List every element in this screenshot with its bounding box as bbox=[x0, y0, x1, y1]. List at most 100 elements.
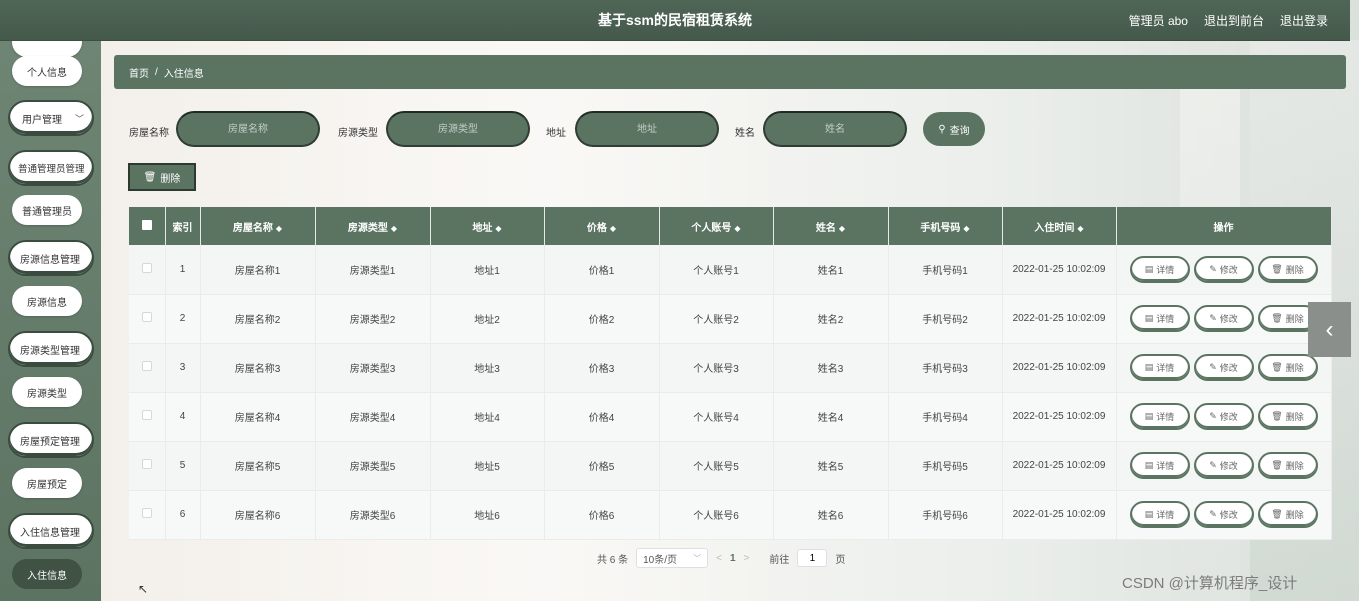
column-header-operations: 操作 bbox=[1116, 207, 1332, 245]
delete-button[interactable]: 🗑 删除 bbox=[1257, 501, 1318, 528]
delete-button[interactable]: 🗑 删除 bbox=[1257, 255, 1318, 283]
query-button[interactable]: ⚲ 查询 bbox=[923, 112, 985, 146]
delete-label: 删除 bbox=[1285, 510, 1304, 520]
batch-delete-button[interactable]: 🗑 删除 bbox=[128, 163, 196, 191]
edit-button[interactable]: ✎ 修改 bbox=[1193, 452, 1254, 479]
sidebar-item-personal-info[interactable]: 个人信息 bbox=[12, 56, 82, 86]
sort-icon: ◆ bbox=[1077, 223, 1084, 233]
cell-index: 4 bbox=[165, 392, 201, 442]
goto-page-input[interactable] bbox=[797, 549, 828, 567]
delete-button[interactable]: 🗑 删除 bbox=[1257, 452, 1318, 479]
edit-button[interactable]: ✎ 修改 bbox=[1193, 255, 1254, 283]
select-all-checkbox[interactable] bbox=[129, 207, 166, 245]
checkbox[interactable] bbox=[141, 410, 152, 420]
detail-button[interactable]: ▤ 详情 bbox=[1129, 452, 1190, 479]
checkbox[interactable] bbox=[141, 262, 152, 273]
sidebar-item-booking[interactable]: 房屋预定 bbox=[12, 468, 82, 498]
trash-icon: 🗑 bbox=[1271, 313, 1283, 323]
column-header-phone[interactable]: 手机号码 ◆ bbox=[888, 207, 1003, 245]
column-header-address[interactable]: 地址 ◆ bbox=[430, 207, 545, 245]
cell-account: 个人账号3 bbox=[659, 343, 774, 393]
sidebar-group-admin-management[interactable]: 普通管理员管理 bbox=[8, 150, 94, 186]
edit-button[interactable]: ✎ 修改 bbox=[1193, 501, 1254, 528]
sidebar-item-checkin-info[interactable]: 入住信息 bbox=[12, 559, 82, 589]
next-page-button[interactable]: > bbox=[744, 553, 750, 564]
edit-button[interactable]: ✎ 修改 bbox=[1193, 403, 1254, 430]
cell-phone: 手机号码5 bbox=[888, 441, 1003, 491]
address-input[interactable] bbox=[575, 111, 719, 147]
sort-icon: ◆ bbox=[609, 223, 617, 233]
detail-button[interactable]: ▤ 详情 bbox=[1129, 501, 1190, 528]
column-header-account[interactable]: 个人账号 ◆ bbox=[659, 207, 774, 245]
prev-page-button[interactable]: < bbox=[716, 553, 722, 564]
column-header-checkin-time[interactable]: 入住时间 ◆ bbox=[1002, 207, 1117, 245]
sidebar-item-house-type[interactable]: 房源类型 bbox=[12, 377, 82, 407]
column-header-name[interactable]: 姓名 ◆ bbox=[773, 207, 889, 245]
sidebar-group-label: 普通管理员管理 bbox=[18, 164, 85, 175]
row-checkbox[interactable] bbox=[129, 490, 166, 540]
column-header-label: 个人账号 bbox=[691, 222, 732, 234]
cell-address: 地址5 bbox=[430, 441, 545, 491]
chevron-left-icon[interactable]: ‹ bbox=[1308, 302, 1351, 357]
pagination: 共 6 条 10条/页 ﹀ < 1 > 前往 页 bbox=[597, 548, 845, 568]
breadcrumb-current: 入住信息 bbox=[163, 68, 204, 80]
sidebar-item-admin[interactable]: 普通管理员 bbox=[12, 195, 82, 225]
sort-icon: ◆ bbox=[963, 223, 970, 233]
cell-phone: 手机号码3 bbox=[888, 343, 1003, 393]
exit-to-front-link[interactable]: 退出到前台 bbox=[1204, 12, 1264, 29]
column-header-price[interactable]: 价格 ◆ bbox=[544, 207, 660, 245]
delete-button[interactable]: 🗑 删除 bbox=[1257, 403, 1318, 430]
pencil-icon: ✎ bbox=[1209, 411, 1217, 421]
checkbox[interactable] bbox=[141, 312, 152, 322]
trash-icon: 🗑 bbox=[143, 171, 157, 183]
sidebar-group-user-management[interactable]: 用户管理 ﹀ bbox=[8, 100, 94, 136]
row-checkbox[interactable] bbox=[129, 343, 166, 393]
detail-button[interactable]: ▤ 详情 bbox=[1129, 354, 1190, 381]
breadcrumb-home[interactable]: 首页 bbox=[129, 65, 149, 80]
cell-account: 个人账号5 bbox=[659, 441, 774, 491]
sidebar-group-house-type-management[interactable]: 房源类型管理 bbox=[8, 331, 94, 367]
admin-user-label[interactable]: 管理员 abo bbox=[1129, 12, 1188, 29]
table-header-row: 索引 房屋名称 ◆ 房源类型 ◆ 地址 ◆ 价格 ◆ 个人账号 ◆ 姓名 ◆ 手机号码 ◆ 入… bbox=[129, 207, 1332, 245]
edit-button[interactable]: ✎ 修改 bbox=[1193, 354, 1254, 381]
page-number-current[interactable]: 1 bbox=[730, 553, 736, 564]
row-checkbox[interactable] bbox=[129, 441, 166, 491]
cell-name: 姓名3 bbox=[773, 343, 889, 393]
cell-index: 5 bbox=[165, 441, 201, 491]
sort-icon: ◆ bbox=[734, 223, 741, 233]
sidebar-group-house-info-management[interactable]: 房源信息管理 bbox=[8, 240, 94, 276]
sidebar-item-house-info[interactable]: 房源信息 bbox=[12, 286, 82, 316]
sidebar-group-checkin-management[interactable]: 入住信息管理 bbox=[8, 513, 94, 549]
detail-button[interactable]: ▤ 详情 bbox=[1129, 403, 1190, 430]
name-input[interactable] bbox=[763, 111, 907, 147]
edit-button[interactable]: ✎ 修改 bbox=[1193, 305, 1254, 332]
checkbox[interactable] bbox=[141, 361, 152, 371]
detail-button[interactable]: ▤ 详情 bbox=[1129, 255, 1190, 283]
sidebar-group-booking-management[interactable]: 房屋预定管理 bbox=[8, 422, 94, 458]
cell-price: 价格6 bbox=[544, 490, 660, 540]
cell-house-name: 房屋名称1 bbox=[200, 245, 316, 295]
page-size-select[interactable]: 10条/页 ﹀ bbox=[636, 548, 709, 568]
table-row: 3 房屋名称3 房源类型3 地址3 价格3 个人账号3 姓名3 手机号码3 2022-01-25… bbox=[129, 343, 1332, 393]
house-name-input[interactable] bbox=[176, 111, 320, 147]
row-checkbox[interactable] bbox=[129, 294, 166, 344]
checkbox[interactable] bbox=[141, 508, 152, 518]
checkbox[interactable] bbox=[141, 459, 152, 469]
sort-icon: ◆ bbox=[838, 223, 846, 233]
column-header-label: 入住时间 bbox=[1034, 222, 1075, 234]
house-type-input[interactable] bbox=[386, 111, 530, 147]
column-header-house-name[interactable]: 房屋名称 ◆ bbox=[200, 207, 316, 245]
row-checkbox[interactable] bbox=[129, 392, 166, 442]
column-header-house-type[interactable]: 房源类型 ◆ bbox=[315, 207, 431, 245]
table-row: 4 房屋名称4 房源类型4 地址4 价格4 个人账号4 姓名4 手机号码4 2022-01-25… bbox=[129, 392, 1332, 442]
logout-link[interactable]: 退出登录 bbox=[1280, 12, 1328, 29]
table-row: 1 房屋名称1 房源类型1 地址1 价格1 个人账号1 姓名1 手机号码1 2022-01-25… bbox=[129, 245, 1332, 295]
cell-name: 姓名2 bbox=[773, 294, 889, 344]
cell-operations: ▤ 详情 ✎ 修改 🗑 删除 bbox=[1116, 490, 1332, 540]
column-header-label: 房屋名称 bbox=[232, 222, 273, 234]
detail-button[interactable]: ▤ 详情 bbox=[1129, 305, 1190, 332]
cell-price: 价格1 bbox=[544, 245, 660, 295]
delete-button[interactable]: 🗑 删除 bbox=[1257, 354, 1318, 381]
sidebar-item-top[interactable] bbox=[12, 41, 82, 57]
row-checkbox[interactable] bbox=[129, 245, 166, 295]
